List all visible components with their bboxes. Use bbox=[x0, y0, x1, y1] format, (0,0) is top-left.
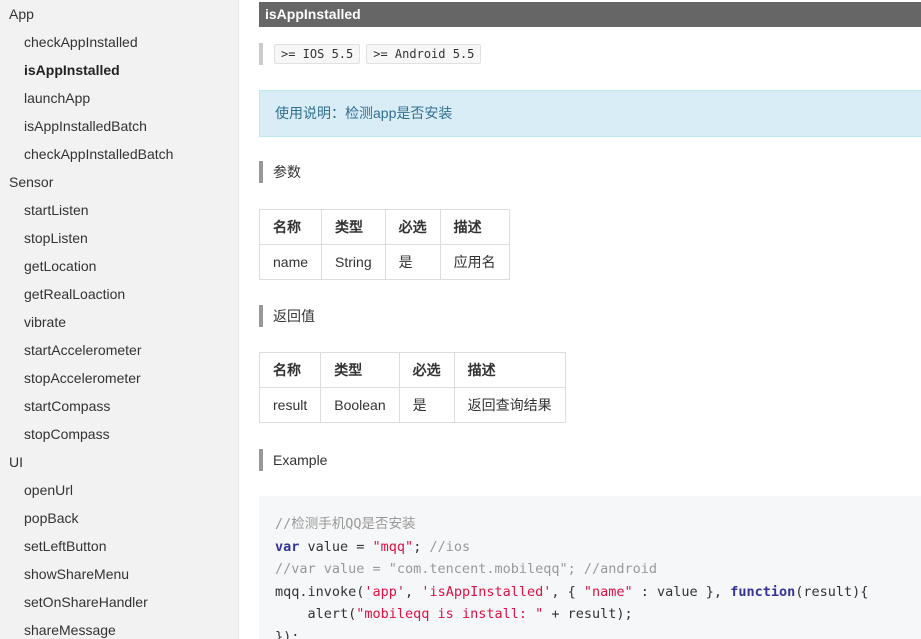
table-cell: 返回查询结果 bbox=[453, 387, 566, 423]
table-header-cell: 描述 bbox=[439, 209, 510, 245]
sidebar-item[interactable]: checkAppInstalled bbox=[0, 28, 238, 56]
code-line: //var value = "com.tencent.mobileqq"; //… bbox=[275, 558, 905, 581]
params-table: 名称 类型 必选 描述 name String 是 应用名 bbox=[258, 209, 510, 280]
table-header-cell: 描述 bbox=[453, 352, 566, 388]
table-row: name String 是 应用名 bbox=[258, 244, 510, 280]
code-token: //检测手机QQ是否安装 bbox=[275, 516, 416, 532]
sidebar-item[interactable]: stopListen bbox=[0, 224, 238, 252]
code-token: 'app' bbox=[364, 583, 406, 600]
code-token: 'isAppInstalled' bbox=[421, 583, 552, 600]
sidebar-item[interactable]: startCompass bbox=[0, 392, 238, 420]
code-line: }); bbox=[275, 626, 905, 639]
sidebar-item[interactable]: setOnShareHandler bbox=[0, 588, 238, 616]
table-header-row: 名称 类型 必选 描述 bbox=[258, 209, 510, 245]
page-title: isAppInstalled bbox=[259, 2, 921, 27]
code-token: function bbox=[730, 583, 796, 600]
code-token: : value }, bbox=[632, 583, 731, 600]
code-token: //var value = "com.tencent.mobileqq"; //… bbox=[275, 561, 658, 577]
code-token: //ios bbox=[429, 538, 471, 555]
table-cell: result bbox=[258, 387, 322, 423]
sidebar-item[interactable]: setLeftButton bbox=[0, 532, 238, 560]
sidebar-group-label: UI bbox=[9, 454, 23, 470]
table-cell: String bbox=[321, 244, 386, 280]
code-token: , { bbox=[551, 583, 584, 600]
sidebar-item[interactable]: getLocation bbox=[0, 252, 238, 280]
code-token: "mqq" bbox=[372, 538, 414, 555]
table-header-cell: 类型 bbox=[321, 209, 386, 245]
version-tag-ios: >= IOS 5.5 bbox=[274, 44, 361, 64]
sidebar-group-label: Sensor bbox=[9, 174, 54, 190]
sidebar-group-label: App bbox=[9, 6, 34, 22]
code-line: alert("mobileqq is install: " + result); bbox=[275, 603, 905, 626]
table-header-cell: 必选 bbox=[398, 352, 455, 388]
code-token: "name" bbox=[583, 583, 633, 600]
code-token: alert( bbox=[275, 606, 357, 622]
code-token: }); bbox=[275, 628, 300, 639]
sidebar-item[interactable]: launchApp bbox=[0, 84, 238, 112]
example-heading: Example bbox=[259, 449, 327, 471]
table-header-cell: 名称 bbox=[258, 352, 322, 388]
table-header-cell: 必选 bbox=[384, 209, 441, 245]
code-token: mqq.invoke( bbox=[275, 583, 365, 600]
code-example: //检测手机QQ是否安装 var value = "mqq"; //ios //va… bbox=[259, 496, 921, 639]
sidebar-item[interactable]: stopCompass bbox=[0, 420, 238, 448]
return-table: 名称 类型 必选 描述 result Boolean 是 返回查询结果 bbox=[258, 352, 566, 423]
code-token: "mobileqq is install: " bbox=[356, 606, 544, 622]
table-cell: Boolean bbox=[320, 387, 400, 423]
sidebar-item[interactable]: openUrl bbox=[0, 476, 238, 504]
sidebar-item[interactable]: isAppInstalled bbox=[0, 56, 238, 84]
sidebar-nav: App checkAppInstalled isAppInstalled launch… bbox=[0, 0, 239, 639]
sidebar-item[interactable]: popBack bbox=[0, 504, 238, 532]
code-line: mqq.invoke('app', 'isAppInstalled', { "n… bbox=[275, 581, 905, 604]
version-tag-android: >= Android 5.5 bbox=[366, 44, 482, 64]
code-token: (result){ bbox=[795, 583, 869, 600]
table-header-cell: 名称 bbox=[258, 209, 323, 245]
main-content: isAppInstalled >= IOS 5.5 >= Android 5.5… bbox=[239, 0, 921, 639]
sidebar-item[interactable]: stopAccelerometer bbox=[0, 364, 238, 392]
usage-note: 使用说明：检测app是否安装 bbox=[259, 90, 921, 137]
version-tags: >= IOS 5.5 >= Android 5.5 bbox=[259, 43, 482, 65]
table-cell: name bbox=[258, 244, 323, 280]
return-heading: 返回值 bbox=[259, 305, 315, 327]
code-line: var value = "mqq"; //ios bbox=[275, 536, 905, 559]
code-token: , bbox=[405, 583, 422, 600]
params-heading: 参数 bbox=[259, 161, 301, 183]
code-token: ; bbox=[413, 538, 430, 555]
table-header-cell: 类型 bbox=[320, 352, 400, 388]
code-token: value = bbox=[299, 538, 373, 555]
sidebar-item[interactable]: isAppInstalledBatch bbox=[0, 112, 238, 140]
sidebar-item[interactable]: showShareMenu bbox=[0, 560, 238, 588]
table-row: result Boolean 是 返回查询结果 bbox=[258, 387, 566, 423]
sidebar-item[interactable]: startAccelerometer bbox=[0, 336, 238, 364]
code-token: + result); bbox=[543, 606, 633, 622]
sidebar-item[interactable]: shareMessage bbox=[0, 616, 238, 639]
table-header-row: 名称 类型 必选 描述 bbox=[258, 352, 566, 388]
sidebar-item[interactable]: checkAppInstalledBatch bbox=[0, 140, 238, 168]
table-cell: 应用名 bbox=[439, 244, 510, 280]
sidebar-item[interactable]: startListen bbox=[0, 196, 238, 224]
sidebar-item[interactable]: vibrate bbox=[0, 308, 238, 336]
sidebar-item[interactable]: getRealLoaction bbox=[0, 280, 238, 308]
code-line: //检测手机QQ是否安装 bbox=[275, 513, 905, 536]
table-cell: 是 bbox=[384, 244, 441, 280]
table-cell: 是 bbox=[398, 387, 455, 423]
code-token: var bbox=[275, 538, 300, 555]
